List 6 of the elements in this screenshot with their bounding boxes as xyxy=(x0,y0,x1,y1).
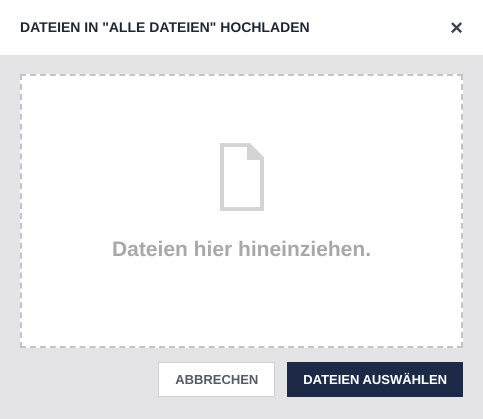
cancel-button[interactable]: ABBRECHEN xyxy=(158,362,276,397)
drop-hint: Dateien hier hineinziehen. xyxy=(112,237,372,263)
dialog-title: DATEIEN IN "ALLE DATEIEN" HOCHLADEN xyxy=(20,18,310,37)
close-button[interactable]: × xyxy=(450,16,463,38)
select-files-button[interactable]: DATEIEN AUSWÄHLEN xyxy=(287,362,463,397)
document-icon xyxy=(218,142,264,212)
